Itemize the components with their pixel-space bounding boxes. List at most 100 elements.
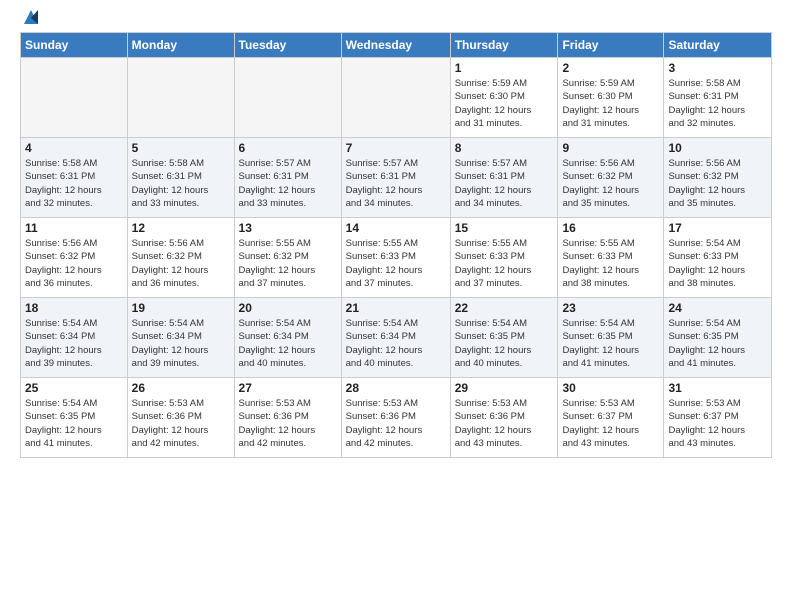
- day-info: Sunrise: 5:54 AM Sunset: 6:34 PM Dayligh…: [132, 317, 230, 370]
- day-number: 28: [346, 381, 446, 395]
- calendar-day-cell: 1Sunrise: 5:59 AM Sunset: 6:30 PM Daylig…: [450, 58, 558, 138]
- weekday-header-row: SundayMondayTuesdayWednesdayThursdayFrid…: [21, 33, 772, 58]
- calendar-day-cell: [21, 58, 128, 138]
- calendar-day-cell: 24Sunrise: 5:54 AM Sunset: 6:35 PM Dayli…: [664, 298, 772, 378]
- calendar-day-cell: 6 Sunrise: 5:57 AM Sunset: 6:31 PM Daylig…: [234, 138, 341, 218]
- day-info: Sunrise: 5:54 AM Sunset: 6:34 PM Dayligh…: [346, 317, 446, 370]
- calendar-day-cell: 27 Sunrise: 5:53 AM Sunset: 6:36 PM Dayli…: [234, 378, 341, 458]
- calendar-day-cell: 11 Sunrise: 5:56 AM Sunset: 6:32 PM Dayli…: [21, 218, 128, 298]
- day-info: Sunrise: 5:53 AM Sunset: 6:36 PM Dayligh…: [455, 397, 554, 450]
- day-number: 24: [668, 301, 767, 315]
- calendar-day-cell: 18Sunrise: 5:54 AM Sunset: 6:34 PM Dayli…: [21, 298, 128, 378]
- calendar-day-cell: 30Sunrise: 5:53 AM Sunset: 6:37 PM Dayli…: [558, 378, 664, 458]
- calendar-day-cell: 5 Sunrise: 5:58 AM Sunset: 6:31 PM Daylig…: [127, 138, 234, 218]
- calendar-day-cell: 21 Sunrise: 5:54 AM Sunset: 6:34 PM Dayli…: [341, 298, 450, 378]
- day-info: Sunrise: 5:54 AM Sunset: 6:35 PM Dayligh…: [562, 317, 659, 370]
- calendar-day-cell: 25 Sunrise: 5:54 AM Sunset: 6:35 PM Dayli…: [21, 378, 128, 458]
- day-info: Sunrise: 5:53 AM Sunset: 6:36 PM Dayligh…: [346, 397, 446, 450]
- day-number: 22: [455, 301, 554, 315]
- day-number: 4: [25, 141, 123, 155]
- weekday-header-wednesday: Wednesday: [341, 33, 450, 58]
- header: [20, 18, 772, 22]
- day-number: 21: [346, 301, 446, 315]
- day-number: 23: [562, 301, 659, 315]
- day-number: 13: [239, 221, 337, 235]
- day-info: Sunrise: 5:55 AM Sunset: 6:33 PM Dayligh…: [455, 237, 554, 290]
- logo: [20, 18, 40, 22]
- day-info: Sunrise: 5:53 AM Sunset: 6:36 PM Dayligh…: [132, 397, 230, 450]
- calendar-day-cell: 10 Sunrise: 5:56 AM Sunset: 6:32 PM Dayli…: [664, 138, 772, 218]
- calendar-day-cell: 13 Sunrise: 5:55 AM Sunset: 6:32 PM Dayli…: [234, 218, 341, 298]
- calendar-day-cell: 20 Sunrise: 5:54 AM Sunset: 6:34 PM Dayli…: [234, 298, 341, 378]
- calendar-day-cell: [127, 58, 234, 138]
- day-info: Sunrise: 5:58 AM Sunset: 6:31 PM Dayligh…: [25, 157, 123, 210]
- day-number: 11: [25, 221, 123, 235]
- day-info: Sunrise: 5:57 AM Sunset: 6:31 PM Dayligh…: [455, 157, 554, 210]
- day-info: Sunrise: 5:53 AM Sunset: 6:36 PM Dayligh…: [239, 397, 337, 450]
- day-info: Sunrise: 5:54 AM Sunset: 6:34 PM Dayligh…: [239, 317, 337, 370]
- weekday-header-friday: Friday: [558, 33, 664, 58]
- weekday-header-tuesday: Tuesday: [234, 33, 341, 58]
- day-info: Sunrise: 5:53 AM Sunset: 6:37 PM Dayligh…: [668, 397, 767, 450]
- calendar-day-cell: 15 Sunrise: 5:55 AM Sunset: 6:33 PM Dayli…: [450, 218, 558, 298]
- day-number: 6: [239, 141, 337, 155]
- calendar-day-cell: 22 Sunrise: 5:54 AM Sunset: 6:35 PM Dayli…: [450, 298, 558, 378]
- day-number: 14: [346, 221, 446, 235]
- day-number: 26: [132, 381, 230, 395]
- day-info: Sunrise: 5:54 AM Sunset: 6:35 PM Dayligh…: [25, 397, 123, 450]
- day-number: 20: [239, 301, 337, 315]
- calendar-table: SundayMondayTuesdayWednesdayThursdayFrid…: [20, 32, 772, 458]
- calendar-week-row: 18Sunrise: 5:54 AM Sunset: 6:34 PM Dayli…: [21, 298, 772, 378]
- day-number: 5: [132, 141, 230, 155]
- day-number: 8: [455, 141, 554, 155]
- day-number: 10: [668, 141, 767, 155]
- day-info: Sunrise: 5:56 AM Sunset: 6:32 PM Dayligh…: [668, 157, 767, 210]
- day-info: Sunrise: 5:54 AM Sunset: 6:35 PM Dayligh…: [455, 317, 554, 370]
- day-number: 19: [132, 301, 230, 315]
- calendar-week-row: 4 Sunrise: 5:58 AM Sunset: 6:31 PM Daylig…: [21, 138, 772, 218]
- calendar-day-cell: 23 Sunrise: 5:54 AM Sunset: 6:35 PM Dayli…: [558, 298, 664, 378]
- day-number: 3: [668, 61, 767, 75]
- calendar-day-cell: 14 Sunrise: 5:55 AM Sunset: 6:33 PM Dayli…: [341, 218, 450, 298]
- day-info: Sunrise: 5:57 AM Sunset: 6:31 PM Dayligh…: [346, 157, 446, 210]
- calendar-day-cell: 4 Sunrise: 5:58 AM Sunset: 6:31 PM Daylig…: [21, 138, 128, 218]
- day-number: 2: [562, 61, 659, 75]
- day-number: 30: [562, 381, 659, 395]
- calendar-day-cell: 26 Sunrise: 5:53 AM Sunset: 6:36 PM Dayli…: [127, 378, 234, 458]
- day-info: Sunrise: 5:57 AM Sunset: 6:31 PM Dayligh…: [239, 157, 337, 210]
- calendar-day-cell: [234, 58, 341, 138]
- weekday-header-monday: Monday: [127, 33, 234, 58]
- day-info: Sunrise: 5:55 AM Sunset: 6:33 PM Dayligh…: [346, 237, 446, 290]
- day-info: Sunrise: 5:54 AM Sunset: 6:34 PM Dayligh…: [25, 317, 123, 370]
- day-number: 25: [25, 381, 123, 395]
- day-info: Sunrise: 5:55 AM Sunset: 6:33 PM Dayligh…: [562, 237, 659, 290]
- day-info: Sunrise: 5:56 AM Sunset: 6:32 PM Dayligh…: [132, 237, 230, 290]
- calendar-day-cell: 28 Sunrise: 5:53 AM Sunset: 6:36 PM Dayli…: [341, 378, 450, 458]
- logo-icon: [22, 8, 40, 26]
- day-number: 7: [346, 141, 446, 155]
- calendar-day-cell: 16 Sunrise: 5:55 AM Sunset: 6:33 PM Dayli…: [558, 218, 664, 298]
- day-number: 31: [668, 381, 767, 395]
- calendar-day-cell: 17 Sunrise: 5:54 AM Sunset: 6:33 PM Dayli…: [664, 218, 772, 298]
- calendar-day-cell: 29 Sunrise: 5:53 AM Sunset: 6:36 PM Dayli…: [450, 378, 558, 458]
- day-number: 17: [668, 221, 767, 235]
- day-info: Sunrise: 5:55 AM Sunset: 6:32 PM Dayligh…: [239, 237, 337, 290]
- calendar-week-row: 1Sunrise: 5:59 AM Sunset: 6:30 PM Daylig…: [21, 58, 772, 138]
- calendar-week-row: 11 Sunrise: 5:56 AM Sunset: 6:32 PM Dayli…: [21, 218, 772, 298]
- day-number: 29: [455, 381, 554, 395]
- day-number: 9: [562, 141, 659, 155]
- calendar-day-cell: 9Sunrise: 5:56 AM Sunset: 6:32 PM Daylig…: [558, 138, 664, 218]
- day-info: Sunrise: 5:56 AM Sunset: 6:32 PM Dayligh…: [25, 237, 123, 290]
- day-number: 27: [239, 381, 337, 395]
- day-number: 16: [562, 221, 659, 235]
- day-info: Sunrise: 5:59 AM Sunset: 6:30 PM Dayligh…: [562, 77, 659, 130]
- day-info: Sunrise: 5:54 AM Sunset: 6:33 PM Dayligh…: [668, 237, 767, 290]
- day-number: 15: [455, 221, 554, 235]
- calendar-day-cell: 7 Sunrise: 5:57 AM Sunset: 6:31 PM Daylig…: [341, 138, 450, 218]
- calendar-day-cell: 12Sunrise: 5:56 AM Sunset: 6:32 PM Dayli…: [127, 218, 234, 298]
- calendar-day-cell: [341, 58, 450, 138]
- weekday-header-sunday: Sunday: [21, 33, 128, 58]
- day-info: Sunrise: 5:58 AM Sunset: 6:31 PM Dayligh…: [132, 157, 230, 210]
- weekday-header-saturday: Saturday: [664, 33, 772, 58]
- calendar-week-row: 25 Sunrise: 5:54 AM Sunset: 6:35 PM Dayli…: [21, 378, 772, 458]
